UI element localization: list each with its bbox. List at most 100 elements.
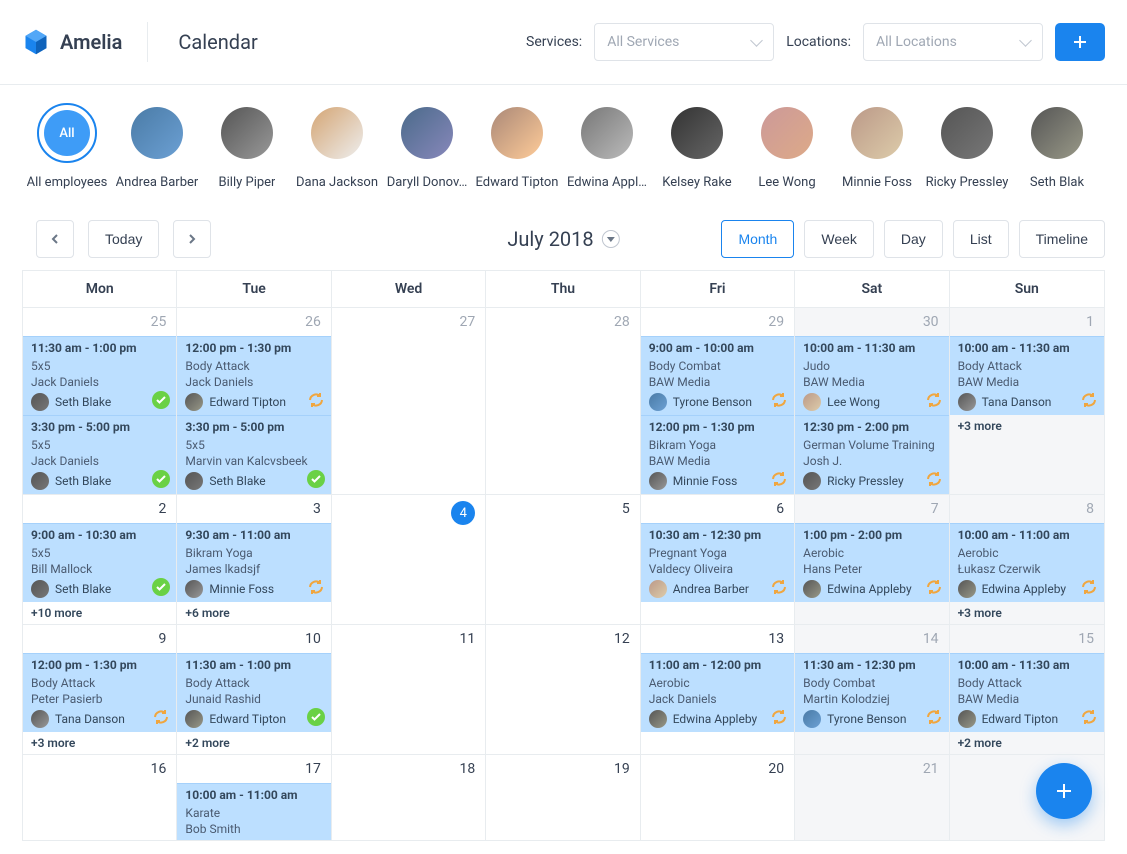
calendar-cell[interactable]: 11 [332, 625, 486, 755]
event-assignee: Seth Blake [55, 395, 111, 409]
avatar [401, 107, 453, 159]
period-dropdown[interactable] [602, 230, 620, 248]
calendar-event[interactable]: 12:00 pm - 1:30 pm Body Attack Jack Dani… [177, 336, 330, 415]
calendar-event[interactable]: 9:30 am - 11:00 am Bikram Yoga James lka… [177, 523, 330, 602]
calendar-cell[interactable]: 7 1:00 pm - 2:00 pm Aerobic Hans Peter E… [795, 495, 949, 625]
view-week-button[interactable]: Week [804, 220, 874, 258]
calendar-event[interactable]: 11:30 am - 1:00 pm 5x5 Jack Daniels Seth… [23, 336, 176, 415]
employee-filter-item[interactable]: Edwina Appl… [562, 107, 652, 190]
day-number: 9 [23, 625, 176, 653]
services-select[interactable]: All Services [594, 23, 774, 61]
calendar-cell[interactable]: 13 11:00 am - 12:00 pm Aerobic Jack Dani… [641, 625, 795, 755]
view-month-button[interactable]: Month [721, 220, 794, 258]
calendar-cell[interactable]: 15 10:00 am - 11:30 am Body Attack BAW M… [950, 625, 1104, 755]
calendar-cell[interactable]: 18 [332, 755, 486, 841]
employee-filter-item[interactable]: Dana Jackson [292, 107, 382, 190]
prev-period-button[interactable] [36, 220, 74, 258]
calendar-event[interactable]: 10:00 am - 11:30 am Judo BAW Media Lee W… [795, 336, 948, 415]
employee-filter-item[interactable]: Billy Piper [202, 107, 292, 190]
calendar-event[interactable]: 11:30 am - 12:30 pm Body Combat Martin K… [795, 653, 948, 732]
calendar-cell[interactable]: 30 10:00 am - 11:30 am Judo BAW Media Le… [795, 308, 949, 495]
calendar-cell[interactable]: 5 [486, 495, 640, 625]
calendar-event[interactable]: 11:30 am - 1:00 pm Body Attack Junaid Ra… [177, 653, 330, 732]
locations-select[interactable]: All Locations [863, 23, 1043, 61]
calendar-event[interactable]: 10:00 am - 11:00 am Aerobic Łukasz Czerw… [950, 523, 1104, 602]
today-button[interactable]: Today [88, 220, 159, 258]
status-pending-icon [1080, 391, 1098, 409]
employee-filter-all[interactable]: All All employees [22, 107, 112, 190]
status-pending-icon [307, 391, 325, 409]
more-events-link[interactable]: +3 more [950, 602, 1104, 624]
weekday-header: Sat [795, 271, 949, 308]
brand[interactable]: Amelia [22, 22, 148, 62]
event-customer: Łukasz Czerwik [958, 562, 1096, 576]
calendar-event[interactable]: 10:30 am - 12:30 pm Pregnant Yoga Valdec… [641, 523, 794, 602]
calendar-cell[interactable]: 19 [486, 755, 640, 841]
event-customer: BAW Media [803, 375, 940, 389]
current-period-title: July 2018 [507, 227, 593, 251]
calendar-cell[interactable]: 16 [23, 755, 177, 841]
event-title: 5x5 [185, 438, 322, 452]
event-title: 5x5 [31, 359, 168, 373]
employee-filter-item[interactable]: Edward Tipton [472, 107, 562, 190]
calendar-cell[interactable]: 14 11:30 am - 12:30 pm Body Combat Marti… [795, 625, 949, 755]
calendar-event[interactable]: 11:00 am - 12:00 pm Aerobic Jack Daniels… [641, 653, 794, 732]
calendar-cell[interactable]: 12 [486, 625, 640, 755]
employee-filter-item[interactable]: Seth Blak [1012, 107, 1102, 190]
calendar-cell[interactable]: 17 10:00 am - 11:00 am Karate Bob Smith [177, 755, 331, 841]
employee-filter-item[interactable]: Lee Wong [742, 107, 832, 190]
more-events-link[interactable]: +2 more [177, 732, 330, 754]
calendar-event[interactable]: 12:30 pm - 2:00 pm German Volume Trainin… [795, 415, 948, 494]
calendar-event[interactable]: 9:00 am - 10:00 am Body Combat BAW Media… [641, 336, 794, 415]
calendar-cell[interactable]: 27 [332, 308, 486, 495]
calendar-cell[interactable]: 6 10:30 am - 12:30 pm Pregnant Yoga Vald… [641, 495, 795, 625]
calendar-event[interactable]: 3:30 pm - 5:00 pm 5x5 Jack Daniels Seth … [23, 415, 176, 494]
assignee-avatar [803, 710, 821, 728]
view-list-button[interactable]: List [953, 220, 1009, 258]
calendar-cell[interactable]: 9 12:00 pm - 1:30 pm Body Attack Peter P… [23, 625, 177, 755]
calendar-cell[interactable]: 29 9:00 am - 10:00 am Body Combat BAW Me… [641, 308, 795, 495]
calendar-event[interactable]: 12:00 pm - 1:30 pm Bikram Yoga BAW Media… [641, 415, 794, 494]
employee-filter-item[interactable]: Kelsey Rake [652, 107, 742, 190]
employee-name: Kelsey Rake [662, 175, 731, 190]
calendar-cell[interactable]: 10 11:30 am - 1:00 pm Body Attack Junaid… [177, 625, 331, 755]
calendar-event[interactable]: 1:00 pm - 2:00 pm Aerobic Hans Peter Edw… [795, 523, 948, 602]
calendar-event[interactable]: 9:00 am - 10:30 am 5x5 Bill Mallock Seth… [23, 523, 176, 602]
calendar-cell[interactable]: 28 [486, 308, 640, 495]
more-events-link[interactable]: +3 more [23, 732, 176, 754]
calendar-cell[interactable]: 2 9:00 am - 10:30 am 5x5 Bill Mallock Se… [23, 495, 177, 625]
calendar-event[interactable]: 10:00 am - 11:30 am Body Attack BAW Medi… [950, 653, 1104, 732]
more-events-link[interactable]: +2 more [950, 732, 1104, 754]
calendar-cell[interactable]: 3 9:30 am - 11:00 am Bikram Yoga James l… [177, 495, 331, 625]
calendar-event[interactable]: 12:00 pm - 1:30 pm Body Attack Peter Pas… [23, 653, 176, 732]
calendar-event[interactable]: 10:00 am - 11:00 am Karate Bob Smith [177, 783, 330, 840]
employee-filter-item[interactable]: Minnie Foss [832, 107, 922, 190]
add-button[interactable] [1055, 23, 1105, 61]
calendar-event[interactable]: 3:30 pm - 5:00 pm 5x5 Marvin van Kalcvsb… [177, 415, 330, 494]
view-day-button[interactable]: Day [884, 220, 943, 258]
more-events-link[interactable]: +6 more [177, 602, 330, 624]
calendar-cell[interactable]: 20 [641, 755, 795, 841]
view-timeline-button[interactable]: Timeline [1019, 220, 1105, 258]
calendar-cell[interactable]: 25 11:30 am - 1:00 pm 5x5 Jack Daniels S… [23, 308, 177, 495]
fab-add-button[interactable] [1036, 763, 1092, 819]
calendar-event[interactable]: 10:00 am - 11:30 am Body Attack BAW Medi… [950, 336, 1104, 415]
services-filter-label: Services: [526, 34, 582, 50]
more-events-link[interactable]: +10 more [23, 602, 176, 624]
employee-name: Andrea Barber [116, 175, 199, 190]
next-period-button[interactable] [173, 220, 211, 258]
assignee-avatar [31, 393, 49, 411]
calendar-cell[interactable]: 26 12:00 pm - 1:30 pm Body Attack Jack D… [177, 308, 331, 495]
calendar-cell[interactable]: 4 [332, 495, 486, 625]
calendar-cell[interactable]: 21 [795, 755, 949, 841]
status-pending-icon [1080, 708, 1098, 726]
more-events-link[interactable]: +3 more [950, 415, 1104, 437]
employee-filter-item[interactable]: Ricky Pressley [922, 107, 1012, 190]
event-time: 9:00 am - 10:00 am [649, 341, 786, 355]
calendar-cell[interactable]: 1 10:00 am - 11:30 am Body Attack BAW Me… [950, 308, 1104, 495]
brand-name: Amelia [60, 30, 122, 54]
employee-filter-item[interactable]: Daryll Donov… [382, 107, 472, 190]
calendar-cell[interactable]: 8 10:00 am - 11:00 am Aerobic Łukasz Cze… [950, 495, 1104, 625]
employee-filter-item[interactable]: Andrea Barber [112, 107, 202, 190]
event-assignee: Ricky Pressley [827, 474, 904, 488]
